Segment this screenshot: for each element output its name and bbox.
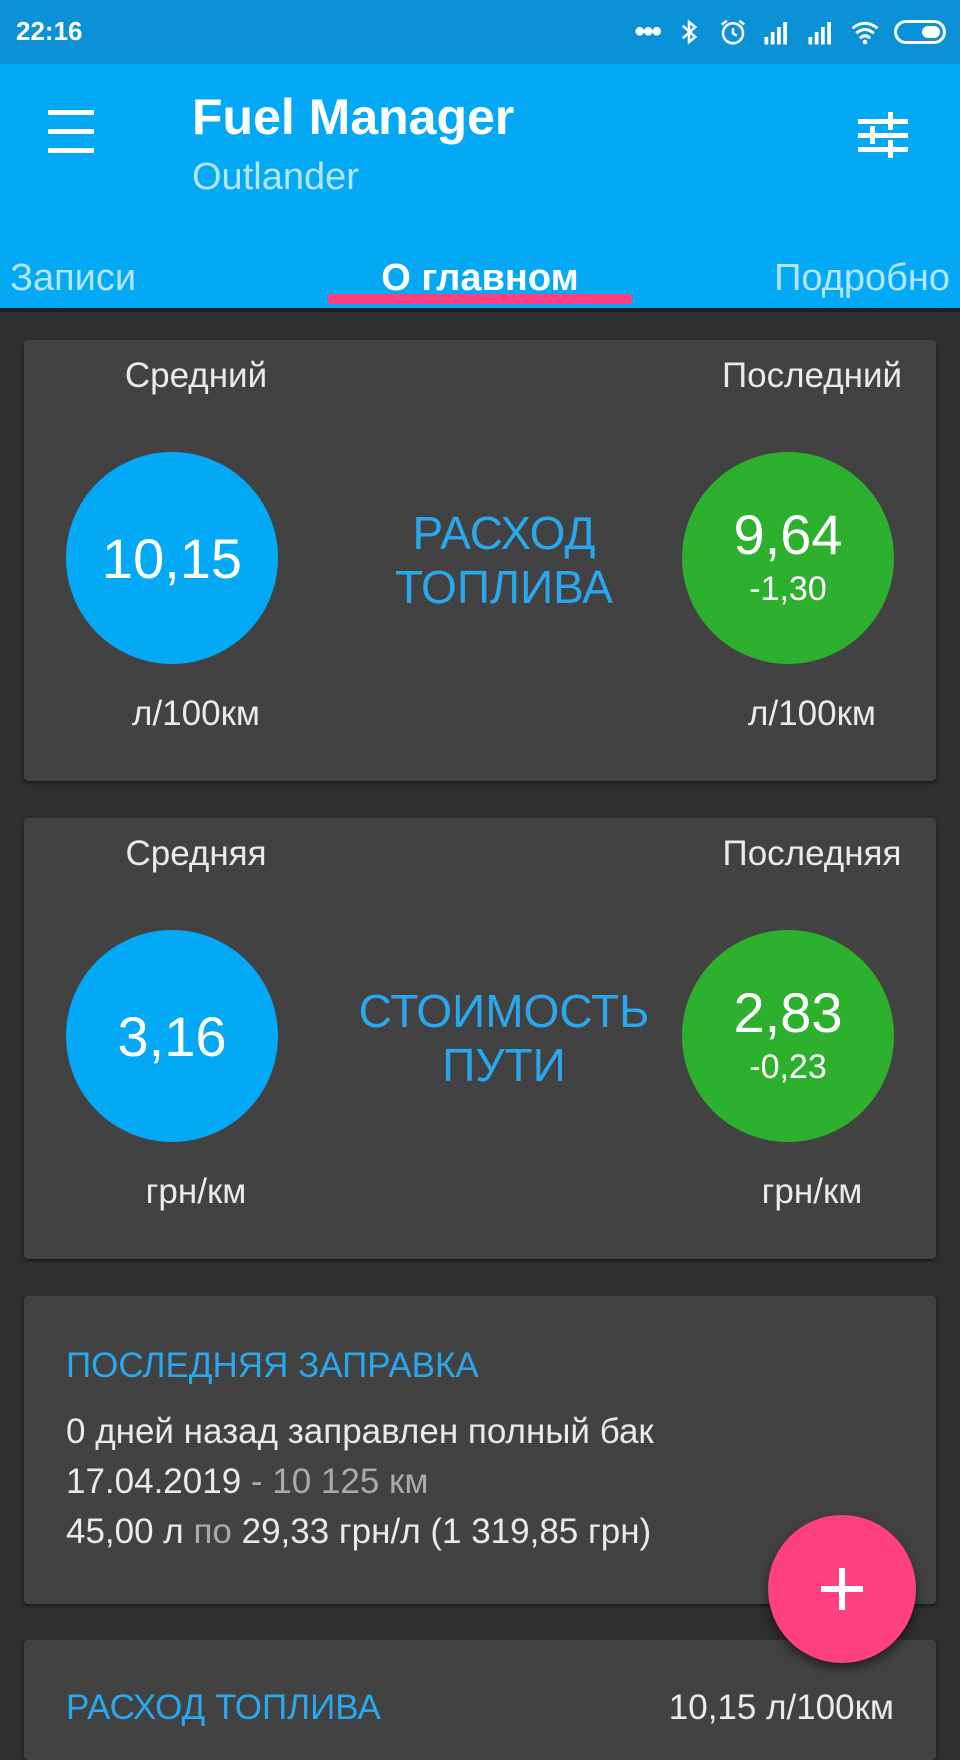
bluetooth-icon (681, 19, 698, 45)
last-cost-unit: грн/км (761, 1172, 863, 1211)
trip-cost-title: СТОИМОСТЬ ПУТИ (324, 984, 684, 1092)
avg-consumption-unit: л/100км (132, 694, 260, 733)
avg-consumption-value: 10,15 (101, 527, 243, 590)
status-time: 22:16 (16, 16, 83, 46)
consumption-history-value: 10,15 л/100км (668, 1688, 894, 1727)
wifi-icon (851, 21, 879, 45)
hamburger-menu-icon[interactable] (44, 110, 98, 154)
avg-consumption-circle: 10,15 (66, 452, 278, 664)
status-icons: ••• (634, 14, 946, 50)
signal-icon (808, 22, 831, 45)
refuel-date: 17.04.2019 (66, 1462, 242, 1501)
last-cost-value: 2,83 (733, 981, 843, 1044)
trip-cost-card[interactable]: Средняя Последняя 3,16 2,83 -0,23 СТОИМО… (24, 818, 936, 1259)
tab-details[interactable]: Подробно (774, 238, 950, 310)
dots-icon: ••• (634, 15, 661, 48)
sliders-icon[interactable] (858, 112, 908, 158)
last-consumption-delta: -1,30 (749, 570, 827, 608)
refuel-date-line: 17.04.2019 - 10 125 км (66, 1462, 428, 1502)
tab-indicator (328, 294, 632, 304)
app-bar: Fuel Manager Outlander Записи О главном … (0, 64, 960, 310)
last-consumption-unit: л/100км (748, 694, 876, 733)
consumption-title-line1: РАСХОД (412, 507, 596, 559)
refuel-odometer: 10 125 км (272, 1462, 429, 1501)
last-consumption-value: 9,64 (733, 503, 843, 566)
last-refuel-title: ПОСЛЕДНЯЯ ЗАПРАВКА (66, 1346, 479, 1385)
avg-cost-unit: грн/км (145, 1172, 247, 1211)
refuel-price: 29,33 грн/л (1 319,85 грн) (241, 1512, 652, 1551)
alarm-icon (721, 19, 745, 45)
avg-consumption-label: Средний (124, 356, 268, 395)
signal-icon (764, 22, 787, 45)
refuel-volume: 45,00 л (66, 1512, 184, 1551)
avg-cost-label: Средняя (125, 834, 267, 873)
tab-records[interactable]: Записи (10, 238, 136, 310)
plus-icon-stroke (839, 1568, 845, 1610)
refuel-volume-line: 45,00 л по 29,33 грн/л (1 319,85 грн) (66, 1512, 651, 1552)
last-cost-label: Последняя (722, 834, 902, 873)
last-consumption-label: Последний (721, 356, 903, 395)
refuel-summary: 0 дней назад заправлен полный бак (66, 1412, 654, 1451)
trip-cost-title-line1: СТОИМОСТЬ (358, 985, 650, 1037)
avg-cost-value: 3,16 (117, 1005, 227, 1068)
refuel-by-word: по (183, 1512, 242, 1551)
last-cost-delta: -0,23 (749, 1048, 827, 1086)
consumption-title-line2: ТОПЛИВА (395, 561, 613, 613)
divider (0, 308, 960, 312)
add-record-button[interactable] (768, 1515, 916, 1663)
trip-cost-title-line2: ПУТИ (442, 1039, 566, 1091)
consumption-history-title: РАСХОД ТОПЛИВА (66, 1688, 381, 1727)
status-bar: 22:16 ••• (0, 0, 960, 64)
app-title: Fuel Manager (192, 89, 515, 145)
consumption-history-card[interactable]: РАСХОД ТОПЛИВА 10,15 л/100км (24, 1640, 936, 1760)
last-cost-circle: 2,83 -0,23 (682, 930, 894, 1142)
refuel-date-separator: - (241, 1462, 273, 1501)
consumption-card[interactable]: Средний Последний 10,15 9,64 -1,30 РАСХО… (24, 340, 936, 781)
vehicle-name[interactable]: Outlander (192, 156, 359, 199)
battery-icon (894, 20, 946, 44)
avg-cost-circle: 3,16 (66, 930, 278, 1142)
consumption-title: РАСХОД ТОПЛИВА (324, 506, 684, 614)
last-consumption-circle: 9,64 -1,30 (682, 452, 894, 664)
